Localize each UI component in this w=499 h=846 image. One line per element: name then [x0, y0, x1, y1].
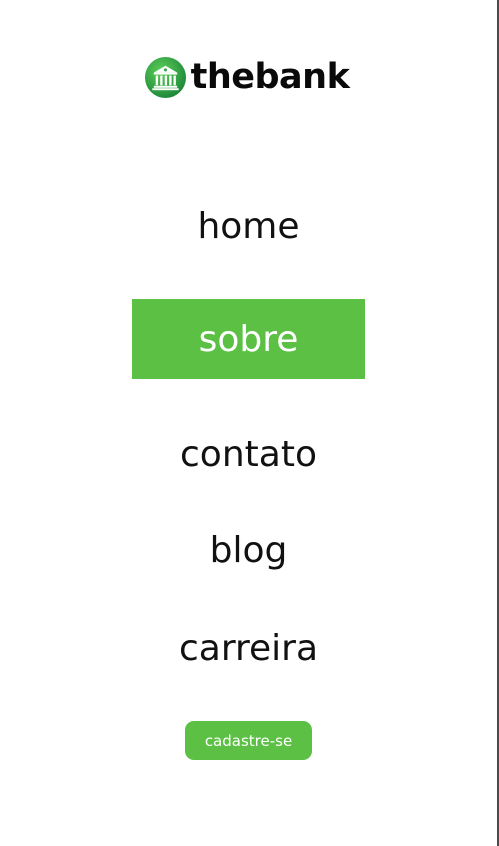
- nav-item-blog[interactable]: blog: [132, 510, 365, 590]
- nav-item-home[interactable]: home: [132, 186, 365, 266]
- signup-button[interactable]: cadastre-se: [185, 721, 312, 760]
- nav-item-contato[interactable]: contato: [132, 414, 365, 494]
- nav-item-carreira[interactable]: carreira: [132, 608, 365, 688]
- main-navigation: home sobre contato blog carreira: [0, 0, 497, 846]
- mobile-menu-page: thebank home sobre contato blog carreira…: [0, 0, 499, 846]
- nav-item-sobre[interactable]: sobre: [132, 299, 365, 379]
